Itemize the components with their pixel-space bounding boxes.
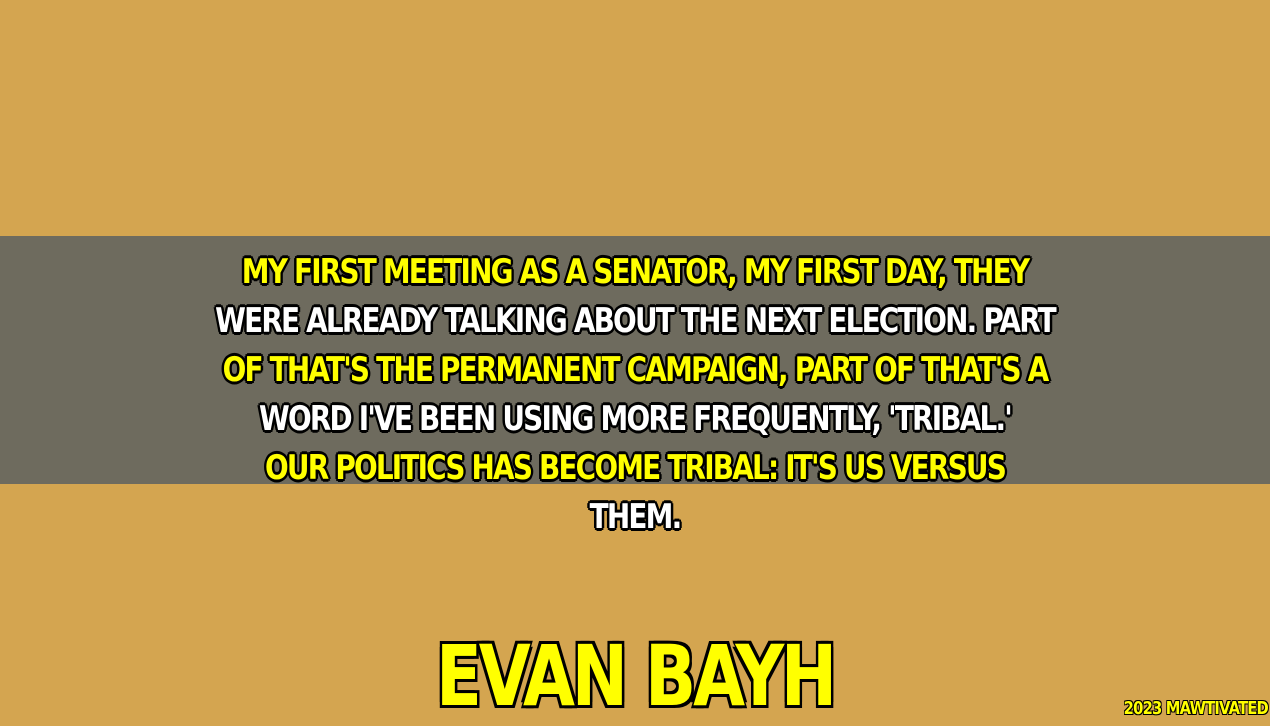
watermark-credit: 2023 MAWTIVATED xyxy=(1123,698,1269,720)
author-name: EVAN BAYH xyxy=(435,626,838,726)
quote-line: MY FIRST MEETING AS A SENATOR, MY FIRST … xyxy=(241,251,1031,293)
quote-line: WERE ALREADY TALKING ABOUT THE NEXT ELEC… xyxy=(214,300,1057,342)
quote-line: WORD I'VE BEEN USING MORE FREQUENTLY, 'T… xyxy=(258,398,1013,440)
quote-line: OF THAT'S THE PERMANENT CAMPAIGN, PART O… xyxy=(222,349,1050,391)
quote-line: OUR POLITICS HAS BECOME TRIBAL: IT'S US … xyxy=(264,447,1007,489)
quote-line: THEM. xyxy=(589,496,683,538)
quote-text: MY FIRST MEETING AS A SENATOR, MY FIRST … xyxy=(40,248,1230,542)
